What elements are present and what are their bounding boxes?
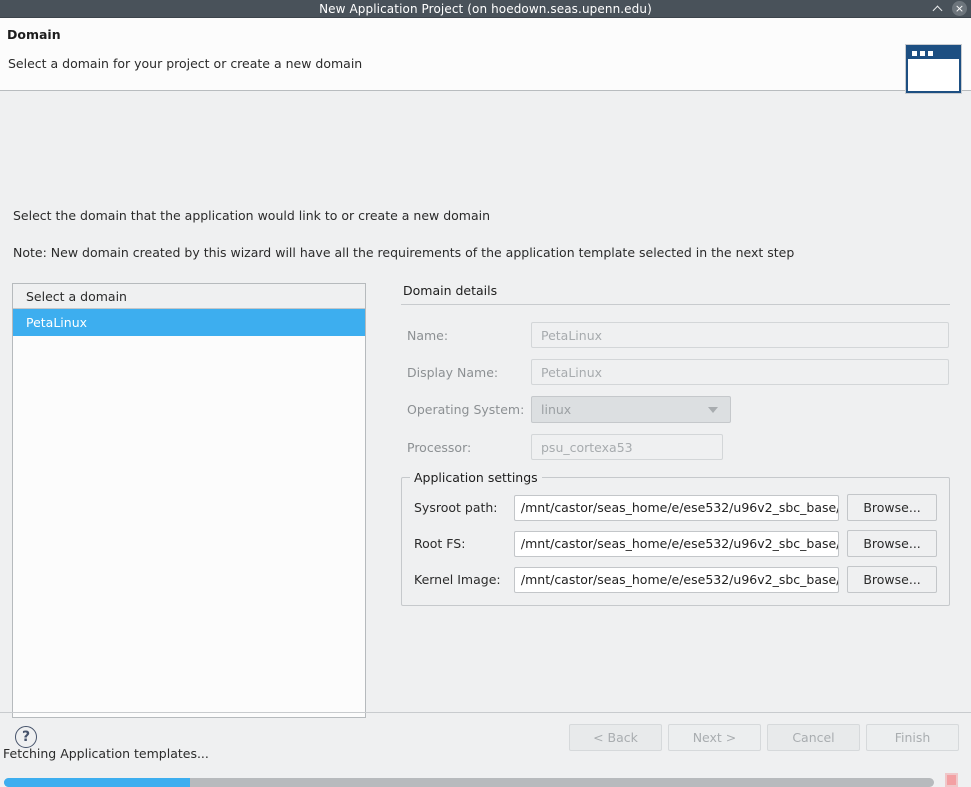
new-application-project-dialog: New Application Project (on hoedown.seas… (0, 0, 971, 787)
browse-sysroot-button[interactable]: Browse... (847, 494, 937, 521)
wizard-window-icon-dot (920, 50, 925, 56)
wizard-window-icon-dot (912, 50, 917, 56)
browse-kernel-image-button[interactable]: Browse... (847, 566, 937, 593)
field-row-operating-system: Operating System: linux (401, 396, 950, 423)
application-settings-legend: Application settings (410, 470, 542, 485)
finish-button[interactable]: Finish (866, 724, 959, 751)
window-controls: × (929, 0, 967, 17)
domain-details-title: Domain details (403, 283, 498, 298)
domain-list-header: Select a domain (13, 284, 365, 309)
field-row-processor: Processor: (401, 434, 950, 460)
root-fs-input[interactable]: /mnt/castor/seas_home/e/ese532/u96v2_sbc… (513, 530, 840, 557)
app-row-sysroot: Sysroot path: /mnt/castor/seas_home/e/es… (414, 494, 937, 521)
operating-system-select[interactable]: linux (531, 396, 731, 423)
window-title: New Application Project (on hoedown.seas… (319, 1, 652, 16)
wizard-window-icon (905, 44, 962, 94)
chevron-up-icon (933, 4, 942, 13)
processor-label: Processor: (407, 439, 472, 455)
next-button[interactable]: Next > (668, 724, 761, 751)
page-subtitle: Select a domain for your project or crea… (8, 56, 363, 71)
root-fs-label: Root FS: (414, 536, 466, 551)
domain-details-panel: Domain details Name: Display Name: Opera… (401, 283, 950, 606)
help-icon[interactable]: ? (15, 726, 37, 748)
intro-line-2: Note: New domain created by this wizard … (13, 245, 795, 260)
display-name-field[interactable] (531, 359, 949, 385)
progress-bar (4, 778, 934, 787)
app-row-kernel-image: Kernel Image: /mnt/castor/seas_home/e/es… (414, 566, 937, 593)
kernel-image-input[interactable]: /mnt/castor/seas_home/e/ese532/u96v2_sbc… (513, 566, 840, 593)
back-button[interactable]: < Back (569, 724, 662, 751)
section-divider (401, 304, 950, 305)
field-row-name: Name: (401, 322, 950, 348)
browse-root-fs-button[interactable]: Browse... (847, 530, 937, 557)
cancel-button[interactable]: Cancel (767, 724, 860, 751)
field-row-display-name: Display Name: (401, 359, 950, 385)
application-settings-group: Application settings Sysroot path: /mnt/… (401, 470, 950, 606)
name-field[interactable] (531, 322, 949, 348)
wizard-footer: ? < Back Next > Cancel Finish (0, 712, 971, 766)
sysroot-path-input[interactable]: /mnt/castor/seas_home/e/ese532/u96v2_sbc… (513, 494, 840, 521)
name-label: Name: (407, 327, 449, 343)
title-bar: New Application Project (on hoedown.seas… (0, 0, 971, 18)
intro-line-1: Select the domain that the application w… (13, 208, 491, 223)
wizard-header: Domain Select a domain for your project … (0, 18, 971, 94)
wizard-navigation-buttons: < Back Next > Cancel Finish (569, 724, 959, 751)
wizard-window-icon-titlebar (908, 47, 959, 59)
minimize-button[interactable] (929, 0, 946, 17)
app-row-rootfs: Root FS: /mnt/castor/seas_home/e/ese532/… (414, 530, 937, 557)
sysroot-path-label: Sysroot path: (414, 500, 498, 515)
stop-icon[interactable] (945, 773, 958, 787)
display-name-label: Display Name: (407, 364, 499, 380)
domain-list-item-petalinux[interactable]: PetaLinux (13, 309, 365, 336)
wizard-body: Select the domain that the application w… (0, 91, 971, 787)
close-button[interactable]: × (952, 1, 967, 16)
kernel-image-label: Kernel Image: (414, 572, 501, 587)
operating-system-label: Operating System: (407, 402, 525, 417)
domain-list[interactable]: Select a domain PetaLinux (12, 283, 366, 718)
chevron-down-icon (708, 406, 718, 413)
wizard-window-icon-dot (928, 50, 933, 56)
processor-field[interactable] (531, 434, 723, 460)
progress-bar-fill (4, 778, 190, 787)
operating-system-value: linux (541, 402, 572, 417)
page-title: Domain (7, 27, 61, 42)
